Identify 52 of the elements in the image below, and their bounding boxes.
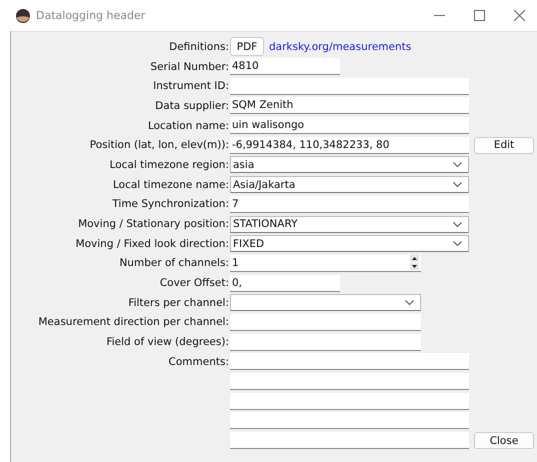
close-icon[interactable] <box>514 10 525 21</box>
maximize-icon[interactable] <box>474 10 485 21</box>
field-label: Filters per channel: <box>128 296 229 309</box>
input-field[interactable]: -6,9914384, 110,3482233, 80 <box>230 136 469 154</box>
up-arrow-icon[interactable] <box>410 255 419 262</box>
chevron-down-icon <box>453 222 462 227</box>
field-label: Location name: <box>148 120 229 132</box>
window-title: Datalogging header <box>36 9 146 22</box>
input-field[interactable]: 4810 <box>230 58 340 76</box>
input-field[interactable] <box>230 353 469 370</box>
edit-button[interactable]: Edit <box>474 136 534 154</box>
input-field[interactable] <box>230 314 421 331</box>
field-label: Serial Number: <box>150 60 229 73</box>
field-label: Time Synchronization: <box>112 198 229 210</box>
input-field[interactable]: uin walisongo <box>230 117 469 134</box>
field-label: Local timezone name: <box>113 178 229 191</box>
field-label: Local timezone region: <box>110 158 229 171</box>
field-label: Comments: <box>168 356 229 368</box>
pdf-button[interactable]: PDF <box>230 37 264 56</box>
input-field[interactable]: 0, <box>230 274 340 292</box>
field-label: Moving / Stationary position: <box>78 218 229 230</box>
field-label: Field of view (degrees): <box>106 336 229 348</box>
dropdown[interactable]: FIXED <box>230 235 469 252</box>
chevron-down-icon <box>405 300 414 306</box>
field-label: Definitions: <box>169 40 229 53</box>
field-label: Data supplier: <box>155 100 229 112</box>
chevron-down-icon <box>453 241 462 246</box>
app-icon <box>16 8 30 22</box>
input-field[interactable]: 7 <box>230 196 469 213</box>
input-field[interactable] <box>230 373 469 390</box>
field-label: Moving / Fixed look direction: <box>76 238 229 250</box>
field-label: Cover Offset: <box>160 277 229 290</box>
input-field[interactable] <box>230 334 421 351</box>
chevron-down-icon <box>453 162 462 168</box>
down-arrow-icon[interactable] <box>410 263 419 270</box>
dropdown[interactable]: STATIONARY <box>230 216 469 233</box>
input-field[interactable] <box>230 392 469 410</box>
field-label: Measurement direction per channel: <box>38 316 229 328</box>
field-label: Number of channels: <box>119 257 229 270</box>
dropdown[interactable] <box>230 294 421 312</box>
spinbox[interactable]: 1 <box>230 254 421 272</box>
field-label: Instrument ID: <box>153 80 229 92</box>
dropdown[interactable]: asia <box>230 156 469 174</box>
dropdown[interactable]: Asia/Jakarta <box>230 176 469 194</box>
close-button[interactable]: Close <box>474 432 534 450</box>
input-field[interactable]: SQM Zenith <box>230 97 469 114</box>
input-field[interactable] <box>230 432 469 450</box>
input-field[interactable] <box>230 412 469 430</box>
field-label: Position (lat, lon, elev(m)): <box>90 139 229 152</box>
input-field[interactable] <box>230 78 469 95</box>
chevron-down-icon <box>453 182 462 188</box>
link[interactable]: darksky.org/measurements <box>269 40 412 53</box>
